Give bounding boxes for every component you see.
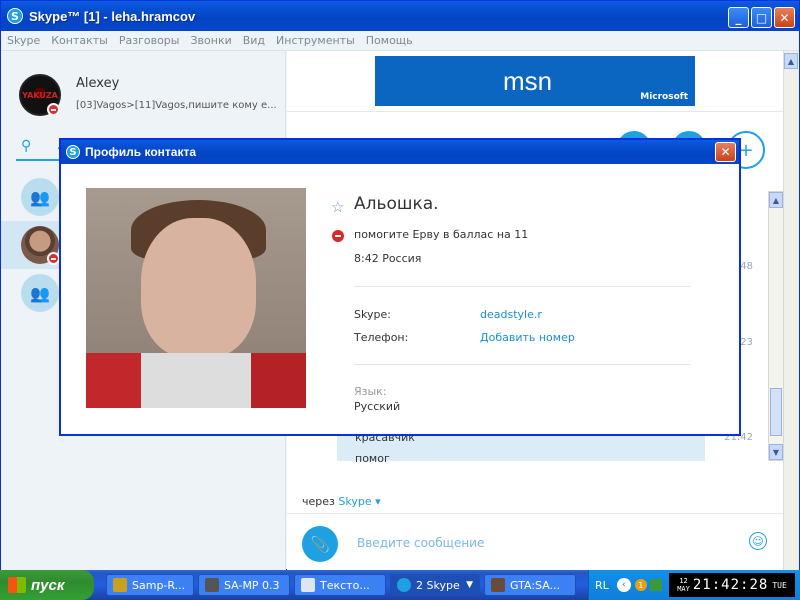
taskbar-item-samp-r[interactable]: Samp-R... <box>106 574 194 596</box>
language-label: Язык: <box>354 385 387 398</box>
my-mood-message[interactable]: [03]Vagos>[11]Vagos,пишите кому е... <box>76 100 276 111</box>
clock-time: 21:42:28 <box>692 577 769 593</box>
system-tray: RL ‹ 1 12 MAY 21:42:28 TUE <box>588 570 800 600</box>
via-skype-link[interactable]: Skype <box>338 495 371 508</box>
group-icon: 👥 <box>21 178 59 216</box>
contact-name: Альошка. <box>354 194 439 214</box>
taskbar-item-skype[interactable]: 2 Skype ▼ <box>390 574 480 596</box>
taskbar-item-label: 2 Skype <box>416 578 460 592</box>
clock-date: 12 MAY <box>677 577 690 593</box>
taskbar-item-text[interactable]: Тексто... <box>294 574 386 596</box>
minimize-button[interactable]: _ <box>728 7 749 28</box>
taskbar-item-label: Тексто... <box>320 578 370 592</box>
menu-item-help[interactable]: Помощь <box>366 34 413 47</box>
notification-icon[interactable]: 1 <box>634 579 647 591</box>
contact-profile-dialog: S Профиль контакта ✕ ☆ Альошка. помогите… <box>59 138 741 436</box>
menu-item-skype[interactable]: Skype <box>7 34 40 47</box>
group-icon: 👥 <box>21 274 59 312</box>
contact-mood: помогите Ерву в баллас на 11 <box>354 228 529 241</box>
dialog-title: Профиль контакта <box>85 145 197 159</box>
do-not-disturb-status-icon[interactable] <box>47 103 60 116</box>
clock-day: 12 <box>679 577 688 585</box>
add-phone-link[interactable]: Добавить номер <box>480 331 575 344</box>
chevron-down-icon[interactable]: ▾ <box>375 495 381 508</box>
taskbar-item-label: SA-MP 0.3 <box>224 578 280 592</box>
contact-photo <box>86 188 306 408</box>
window-titlebar[interactable]: S Skype™ [1] - leha.hramcov _ □ ✕ <box>1 1 799 31</box>
my-profile-panel[interactable]: YAKUZA Alexey [03]Vagos>[11]Vagos,пишите… <box>1 51 285 126</box>
skype-label: Skype: <box>354 308 391 321</box>
taskbar-item-label: GTA:SA... <box>510 578 561 592</box>
favorite-star-icon[interactable]: ☆ <box>331 198 344 216</box>
tray-app-icon[interactable] <box>649 579 662 591</box>
msn-ad-banner[interactable]: msn Microsoft <box>375 56 695 106</box>
menu-item-tools[interactable]: Инструменты <box>276 34 355 47</box>
taskbar-item-samp[interactable]: SA-MP 0.3 <box>198 574 290 596</box>
menu-item-conversations[interactable]: Разговоры <box>119 34 180 47</box>
menu-item-calls[interactable]: Звонки <box>190 34 231 47</box>
document-icon <box>301 578 315 592</box>
menu-bar: Skype Контакты Разговоры Звонки Вид Инст… <box>1 31 799 51</box>
via-selector[interactable]: через Skype ▾ <box>302 495 381 508</box>
emoticon-icon[interactable]: ☺ <box>749 532 767 550</box>
skype-name-link[interactable]: deadstyle.r <box>480 308 542 321</box>
skype-logo-icon: S <box>7 8 23 24</box>
message-time: 48 <box>740 261 753 272</box>
compose-area: 📎 Введите сообщение ☺ <box>287 513 785 571</box>
message-input[interactable]: Введите сообщение <box>357 536 484 550</box>
clock-month: MAY <box>677 585 690 593</box>
scroll-down-arrow[interactable]: ▼ <box>769 444 783 460</box>
app-icon <box>491 578 505 592</box>
scroll-thumb[interactable] <box>770 388 782 436</box>
skype-logo-icon <box>397 578 411 592</box>
via-label: через <box>302 495 335 508</box>
divider <box>354 286 690 287</box>
clock-weekday: TUE <box>772 580 787 590</box>
window-title: Skype™ [1] - leha.hramcov <box>29 8 196 24</box>
message-time: 23 <box>740 337 753 348</box>
taskbar: пуск Samp-R... SA-MP 0.3 Тексто... 2 Sky… <box>0 570 800 600</box>
taskbar-item-label: Samp-R... <box>132 578 186 592</box>
attach-file-button[interactable]: 📎 <box>302 526 338 562</box>
menu-item-contacts[interactable]: Контакты <box>51 34 108 47</box>
chat-scrollbar[interactable]: ▲ ▼ <box>768 191 784 461</box>
msn-logo: msn <box>503 66 553 96</box>
app-icon <box>205 578 219 592</box>
window-scrollbar[interactable]: ▲ <box>783 51 799 571</box>
scroll-up-arrow[interactable]: ▲ <box>784 53 798 69</box>
start-label: пуск <box>31 576 65 594</box>
maximize-button[interactable]: □ <box>751 7 772 28</box>
windows-logo-icon <box>8 577 26 593</box>
dialog-titlebar[interactable]: S Профиль контакта ✕ <box>61 140 739 164</box>
clock[interactable]: 12 MAY 21:42:28 TUE <box>669 573 795 597</box>
language-value: Русский <box>354 400 401 413</box>
chevron-left-icon[interactable]: ‹ <box>616 578 631 592</box>
phone-label: Телефон: <box>354 331 409 344</box>
contact-local-time: 8:42 Россия <box>354 252 422 265</box>
divider <box>287 111 785 112</box>
close-button[interactable]: ✕ <box>774 7 795 28</box>
my-name: Alexey <box>76 76 120 91</box>
start-button[interactable]: пуск <box>0 570 94 600</box>
scroll-up-arrow[interactable]: ▲ <box>769 192 783 208</box>
search-icon: ⚲ <box>21 138 32 154</box>
menu-item-view[interactable]: Вид <box>243 34 265 47</box>
language-indicator[interactable]: RL <box>595 579 609 592</box>
dialog-close-button[interactable]: ✕ <box>715 142 736 162</box>
microsoft-label: Microsoft <box>640 92 688 102</box>
taskbar-item-gta[interactable]: GTA:SA... <box>484 574 576 596</box>
message-text: помог <box>355 452 390 465</box>
divider <box>354 364 690 365</box>
do-not-disturb-status-icon <box>332 230 344 242</box>
skype-logo-icon: S <box>66 145 80 159</box>
chevron-down-icon: ▼ <box>466 580 473 590</box>
app-icon <box>113 578 127 592</box>
